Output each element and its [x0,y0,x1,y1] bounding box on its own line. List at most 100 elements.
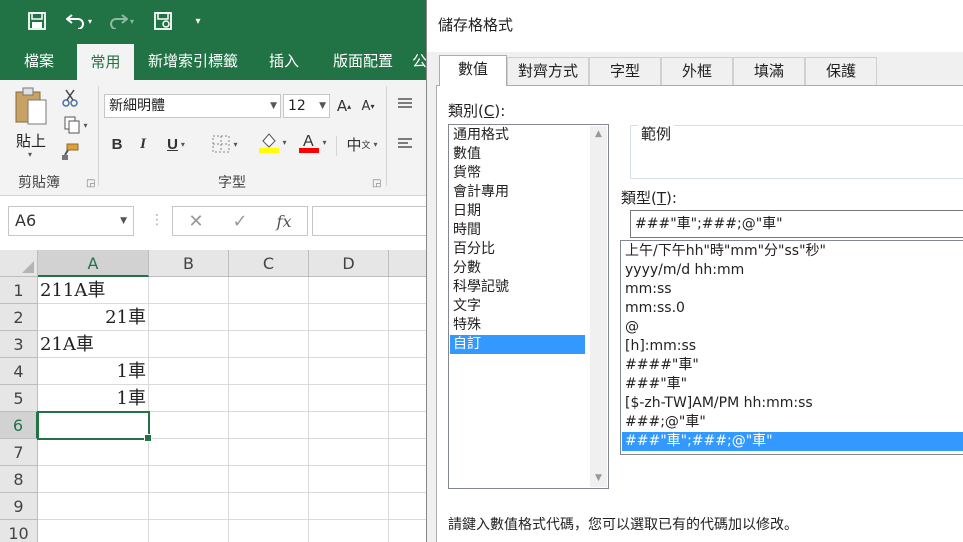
format-item[interactable]: [h]:mm:ss [622,337,963,356]
print-preview-icon[interactable] [150,8,176,34]
tab-font[interactable]: 字型 [589,57,661,85]
cell[interactable] [149,277,229,304]
cell[interactable] [389,493,426,520]
bold-button[interactable]: B [106,132,128,156]
category-item[interactable]: 文字 [450,297,585,316]
paste-button[interactable]: 貼上 ▾ [12,86,52,159]
row-header[interactable]: 6 [0,412,38,439]
format-item[interactable]: ###"車";###;@"車" [622,432,963,451]
shrink-font-button[interactable]: A ▾ [358,94,378,118]
category-item[interactable]: 會計專用 [450,183,585,202]
category-item[interactable]: 貨幣 [450,164,585,183]
cell[interactable] [229,331,309,358]
cell[interactable] [309,493,389,520]
row-header[interactable]: 5 [0,385,38,412]
cell[interactable] [389,385,426,412]
format-painter-icon[interactable] [58,140,82,164]
column-header-a[interactable]: A [38,250,149,277]
format-item[interactable]: [$-zh-TW]AM/PM hh:mm:ss [622,394,963,413]
cell[interactable] [389,520,426,542]
cell[interactable] [389,358,426,385]
cell[interactable] [389,277,426,304]
row-header[interactable]: 3 [0,331,38,358]
cell[interactable] [309,412,389,439]
tab-new-index[interactable]: 新增索引標籤 [140,42,246,80]
insert-function-button[interactable]: fx [269,211,299,233]
cell-a[interactable] [38,439,149,466]
tab-protection[interactable]: 保護 [805,57,877,85]
formula-bar-splitter[interactable]: ⋮ [150,212,164,228]
cell[interactable] [309,385,389,412]
cell-a[interactable] [38,493,149,520]
cell[interactable] [389,412,426,439]
cell-a[interactable]: 211A車 [38,277,149,304]
row-header[interactable]: 9 [0,493,38,520]
category-item[interactable]: 日期 [450,202,585,221]
cell-a[interactable]: 1車 [38,358,149,385]
category-scrollbar[interactable]: ▲ ▼ [590,126,607,487]
cell[interactable] [229,466,309,493]
category-list[interactable]: ▲ ▼ 通用格式 數值 貨幣 會計專用 日期 時間 百分比 分數 科學記號 文字 特殊 自訂 [448,124,609,489]
active-cell[interactable] [37,411,152,442]
cell[interactable] [149,439,229,466]
cell[interactable] [149,466,229,493]
row-header[interactable]: 1 [0,277,38,304]
row-header[interactable]: 10 [0,520,38,542]
cell[interactable] [229,439,309,466]
cell[interactable] [229,358,309,385]
cell[interactable] [149,493,229,520]
scroll-up-icon[interactable]: ▲ [590,126,607,143]
tab-border[interactable]: 外框 [661,57,733,85]
tab-insert[interactable]: 插入 [256,42,312,80]
paste-dropdown-icon[interactable]: ▾ [28,150,32,159]
row-header[interactable]: 8 [0,466,38,493]
font-size-box[interactable]: 12 ▼ [283,94,330,118]
font-name-box[interactable]: 新細明體 ▼ [104,94,281,118]
tab-formulas-partial[interactable]: 公 [412,42,426,80]
enter-icon[interactable]: ✓ [225,211,255,233]
cell[interactable] [309,304,389,331]
cell[interactable] [309,439,389,466]
align-top-icon[interactable] [394,92,416,116]
cell[interactable] [309,358,389,385]
cancel-icon[interactable]: ✕ [181,211,211,233]
italic-button[interactable]: I [132,132,154,156]
cell[interactable] [149,412,229,439]
category-item[interactable]: 百分比 [450,240,585,259]
type-input[interactable]: ###"車";###;@"車" [630,210,963,238]
phonetic-guide-button[interactable]: 中文 ▾ [344,132,380,156]
row-header[interactable]: 7 [0,439,38,466]
undo-icon[interactable]: ▾ [62,8,96,34]
tab-fill[interactable]: 填滿 [733,57,805,85]
cell[interactable] [229,520,309,542]
font-launcher-icon[interactable]: ◲ [372,178,381,189]
formula-input[interactable] [312,206,426,236]
format-item[interactable]: @ [622,318,963,337]
tab-home[interactable]: 常用 [77,44,134,80]
format-item[interactable]: yyyy/m/d hh:mm [622,261,963,280]
format-item[interactable]: ###;@"車" [622,413,963,432]
cell[interactable] [229,277,309,304]
cell[interactable] [309,331,389,358]
tab-page-layout[interactable]: 版面配置 [318,42,408,80]
fill-color-button[interactable]: ▾ [256,130,290,154]
underline-button[interactable]: U ▾ [158,132,194,156]
category-item[interactable]: 自訂 [450,335,585,354]
cut-icon[interactable] [58,86,82,110]
cell[interactable] [229,385,309,412]
column-header-b[interactable]: B [149,250,229,277]
cell[interactable] [229,304,309,331]
format-item[interactable]: mm:ss.0 [622,299,963,318]
font-color-button[interactable]: A ▾ [296,130,330,154]
select-all-button[interactable] [0,250,38,277]
column-header-c[interactable]: C [229,250,309,277]
cell[interactable] [389,331,426,358]
save-icon[interactable] [24,8,50,34]
category-item[interactable]: 數值 [450,145,585,164]
category-item[interactable]: 科學記號 [450,278,585,297]
scroll-down-icon[interactable]: ▼ [590,470,607,487]
copy-icon[interactable]: ▾ [58,113,94,137]
cell-a[interactable]: 1車 [38,385,149,412]
tab-file[interactable]: 檔案 [12,42,66,80]
category-item[interactable]: 特殊 [450,316,585,335]
